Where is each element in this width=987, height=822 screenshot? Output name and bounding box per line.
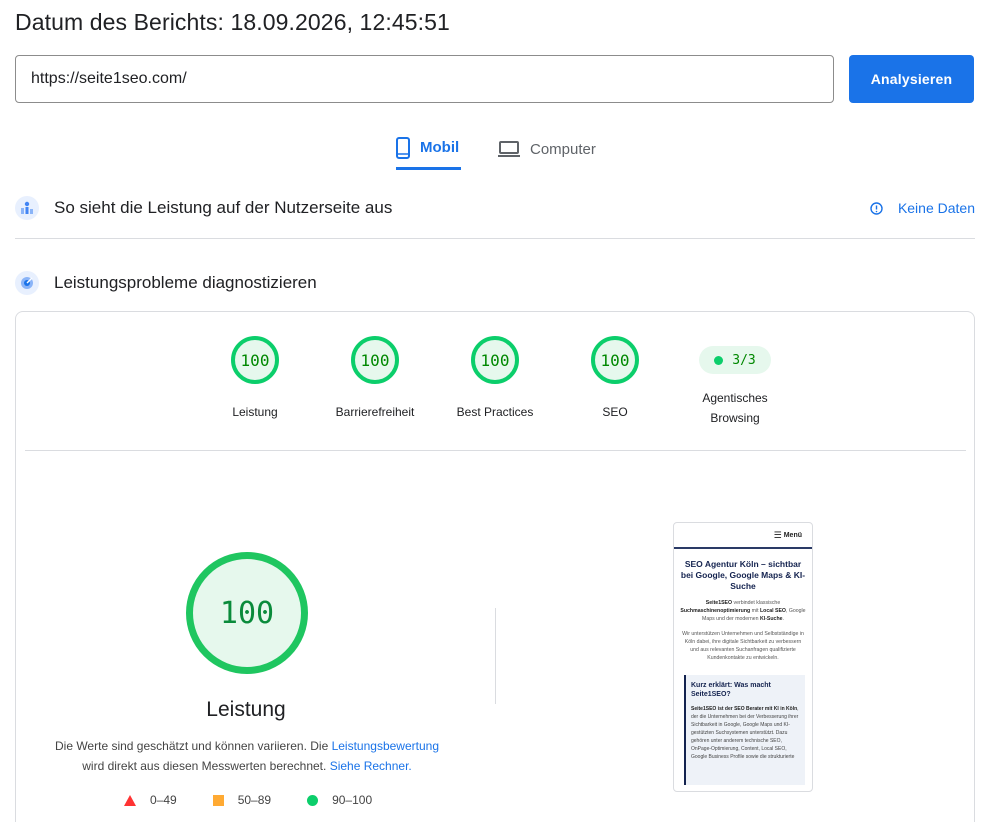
tab-mobile[interactable]: Mobil (396, 130, 461, 170)
gauge-accessibility[interactable]: 100 Barrierefreiheit (320, 336, 430, 422)
info-box-bold: Seite1SEO ist der SEO Berater mit KI in … (691, 706, 798, 712)
gauge-best-practices-label: Best Practices (456, 405, 534, 419)
average-square-icon (212, 794, 224, 806)
no-data-label: Keine Daten (897, 200, 975, 216)
intro-bold-2: Suchmaschinenoptimierung (680, 608, 751, 614)
agentic-browsing-value: 3/3 (732, 352, 756, 368)
intro-text-2: mit (750, 608, 760, 614)
page-screenshot: ☰ Menü SEO Agentur Köln – sichtbar bei G… (673, 522, 813, 792)
gauge-accessibility-label: Barrierefreiheit (335, 405, 415, 419)
screenshot-info-box: Kurz erklärt: Was macht Seite1SEO? Seite… (684, 675, 805, 785)
diagnostics-section: Leistungsprobleme diagnostizieren (15, 271, 975, 295)
info-icon (870, 201, 883, 215)
gauge-performance[interactable]: 100 Leistung (200, 336, 310, 422)
gauges-divider (25, 450, 966, 451)
legend-average-range: 50–89 (237, 793, 272, 807)
smartphone-icon (396, 136, 410, 159)
intro-bold-1: Seite1SEO (705, 600, 733, 606)
legend-fail-range: 0–49 (150, 793, 177, 807)
gauge-seo-score: 100 (591, 336, 639, 384)
diagnostics-icon (15, 271, 39, 295)
vertical-separator (495, 608, 496, 704)
performance-main-label: Leistung (206, 698, 286, 721)
screenshot-paragraph: Wir unterstützen Unternehmen und Selbsts… (682, 631, 804, 661)
legend-average: 50–89 (212, 793, 272, 807)
desc-text-2: wird direkt aus diesen Messwerten berech… (82, 759, 330, 773)
hamburger-menu-icon: ☰ (773, 529, 782, 540)
category-gauges: 100 Leistung 100 Barrierefreiheit 100 Be… (16, 336, 974, 451)
diagnostics-card: 100 Leistung 100 Barrierefreiheit 100 Be… (15, 311, 975, 822)
section-divider (15, 238, 975, 239)
intro-bold-3: Local SEO (760, 608, 786, 614)
screenshot-intro: Seite1SEO verbindet klassische Suchmasch… (680, 599, 806, 623)
field-data-title: So sieht die Leistung auf der Nutzerseit… (54, 198, 393, 217)
info-box-body: , der die Unternehmen bei der Verbesseru… (691, 706, 799, 760)
calculator-link[interactable]: Siehe Rechner. (330, 759, 412, 773)
gauge-best-practices[interactable]: 100 Best Practices (440, 336, 550, 422)
tab-mobile-label: Mobil (420, 139, 460, 156)
desc-text-1: Die Werte sind geschätzt und können vari… (54, 739, 332, 753)
tab-desktop-label: Computer (530, 140, 596, 158)
fail-triangle-icon (124, 794, 136, 806)
gauge-seo-label: SEO (602, 405, 628, 419)
score-calc-link[interactable]: Leistungsbewertung (332, 739, 439, 753)
info-box-title: Kurz erklärt: Was macht Seite1SEO? (691, 682, 771, 698)
report-date: Datum des Berichts: 18.09.2026, 12:45:51 (15, 9, 450, 35)
performance-main-gauge: 100 (186, 552, 308, 674)
screenshot-heading: SEO Agentur Köln – sichtbar bei Google, … (680, 559, 806, 591)
gauge-best-practices-score: 100 (471, 336, 519, 384)
agentic-browsing-label: Agentisches Browsing (680, 388, 790, 428)
pass-dot-icon (714, 355, 724, 365)
screenshot-menu-label: Menü (783, 531, 802, 539)
agentic-label-line2: Browsing (710, 411, 760, 425)
intro-bold-4: KI-Suche (760, 616, 783, 622)
field-data-section: So sieht die Leistung auf der Nutzerseit… (15, 196, 975, 220)
analyze-button[interactable]: Analysieren (849, 55, 974, 103)
device-tabs: Mobil Computer (396, 130, 598, 170)
info-box-text: Seite1SEO ist der SEO Berater mit KI in … (691, 705, 800, 761)
url-input[interactable] (15, 55, 834, 103)
gauge-performance-label: Leistung (232, 405, 278, 419)
legend-pass: 90–100 (307, 793, 372, 807)
intro-text-4: . (782, 616, 784, 622)
no-data-link[interactable]: Keine Daten (870, 200, 975, 216)
screenshot-nav: ☰ Menü (674, 523, 812, 549)
score-description: Die Werte sind geschätzt und können vari… (36, 736, 458, 776)
laptop-icon (498, 141, 520, 157)
legend-pass-range: 90–100 (332, 793, 373, 807)
diagnostics-title: Leistungsprobleme diagnostizieren (54, 273, 317, 292)
gauge-accessibility-score: 100 (351, 336, 399, 384)
gauge-performance-score: 100 (231, 336, 279, 384)
agentic-browsing-pill: 3/3 (699, 346, 771, 374)
agentic-label-line1: Agentisches (702, 391, 768, 405)
pass-circle-icon (307, 794, 319, 806)
score-legend: 0–49 50–89 90–100 (124, 793, 408, 807)
gauge-agentic-browsing[interactable]: 3/3 Agentisches Browsing (680, 336, 790, 428)
field-data-icon (15, 196, 39, 220)
intro-text-1: verbindet klassische (732, 600, 781, 606)
tab-desktop[interactable]: Computer (496, 130, 598, 168)
gauge-seo[interactable]: 100 SEO (560, 336, 670, 422)
legend-fail: 0–49 (124, 793, 177, 807)
